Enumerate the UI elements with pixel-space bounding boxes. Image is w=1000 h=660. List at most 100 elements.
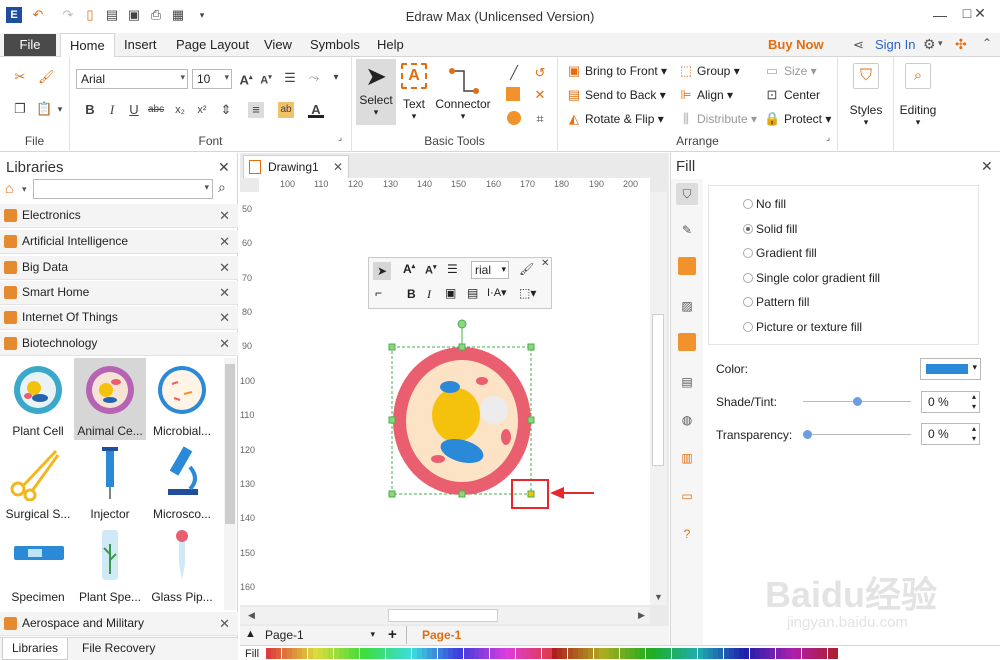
spinner-icon[interactable]: ▴ ▾ (972, 424, 976, 444)
shade-tint-input[interactable]: 0 % ▴ ▾ (921, 391, 980, 413)
close-icon[interactable]: ✕ (219, 230, 230, 253)
fill-option[interactable]: Pattern fill (743, 295, 809, 309)
page-tab[interactable]: Page-1 (422, 628, 461, 642)
close-icon[interactable]: ✕ (219, 256, 230, 279)
library-category[interactable]: Electronics ✕ (0, 204, 238, 228)
editing-button[interactable]: ⌕ Editing ▾ (894, 63, 942, 128)
shape-plant-cell[interactable]: Plant Cell (2, 358, 74, 440)
sign-in-link[interactable]: Sign In (875, 37, 915, 52)
rotate-flip-button[interactable]: Rotate & Flip ▾ (585, 112, 664, 126)
globe-icon[interactable]: ◍ (676, 409, 698, 431)
library-category[interactable]: Biotechnology ✕ (0, 332, 238, 356)
home-icon[interactable]: ⌂ (5, 180, 13, 196)
bullet-icon[interactable]: ⤳ (306, 70, 322, 86)
paste-dropdown-icon[interactable]: ▾ (52, 101, 68, 117)
copy-icon[interactable]: ❐ (12, 101, 28, 117)
cross-tool-icon[interactable]: ✕ (532, 87, 548, 103)
arc-tool-icon[interactable]: ↺ (532, 65, 548, 81)
close-icon[interactable]: ✕ (219, 204, 230, 227)
list-icon[interactable]: ≡ (248, 102, 264, 118)
add-page-icon[interactable]: + (388, 626, 397, 643)
close-icon[interactable]: ✕ (219, 332, 230, 355)
shape-glass-pipette[interactable]: Glass Pip... (146, 524, 218, 606)
radio-button[interactable] (743, 322, 753, 332)
library-category[interactable]: Big Data ✕ (0, 256, 238, 280)
tab-file-recovery[interactable]: File Recovery (82, 641, 155, 655)
radio-button[interactable] (743, 273, 753, 283)
file-menu-button[interactable]: File (4, 34, 56, 56)
theme-icon[interactable]: ✣ (955, 36, 967, 53)
line-spacing-icon[interactable]: ⇕ (218, 102, 234, 118)
send-to-back-button[interactable]: Send to Back ▾ (585, 88, 666, 102)
animal-cell-shape[interactable] (380, 313, 580, 513)
tab-help[interactable]: Help (377, 37, 404, 52)
scroll-right-icon[interactable]: ▶ (638, 610, 645, 621)
slider-thumb[interactable] (803, 430, 812, 439)
library-search-input[interactable]: ▾ (33, 179, 213, 199)
library-category[interactable]: Smart Home ✕ (0, 281, 238, 305)
minimize-button[interactable]: — (925, 4, 955, 26)
underline-icon[interactable]: U (126, 102, 142, 118)
scrollbar-thumb[interactable] (225, 364, 235, 524)
group-button[interactable]: Group ▾ (697, 64, 740, 78)
tab-view[interactable]: View (264, 37, 292, 52)
select-button[interactable]: ➤ Select ▾ (356, 59, 396, 125)
fill-option[interactable]: Solid fill (743, 222, 797, 236)
crop-tool-icon[interactable]: ⌗ (532, 111, 548, 127)
shrink-font-icon[interactable]: A▾ (258, 70, 274, 87)
line-style-icon[interactable]: ⬚▾ (519, 286, 536, 300)
tab-symbols[interactable]: Symbols (310, 37, 360, 52)
chevron-down-icon[interactable]: ▾ (22, 184, 27, 195)
scrollbar-thumb[interactable] (652, 314, 664, 466)
superscript-icon[interactable]: x² (194, 102, 210, 118)
bring-to-front-button[interactable]: Bring to Front ▾ (585, 64, 667, 78)
text-highlight-icon[interactable]: ab (278, 102, 294, 118)
canvas-vertical-scrollbar[interactable]: ▼ (650, 192, 667, 605)
close-icon[interactable]: ✕ (218, 159, 230, 176)
grow-font-icon[interactable]: A▴ (403, 262, 415, 276)
rectangle-tool-icon[interactable] (506, 87, 520, 101)
shape-microbial[interactable]: Microbial... (146, 358, 218, 440)
align-button[interactable]: Align ▾ (697, 88, 733, 102)
shape-specimen[interactable]: Specimen (2, 524, 74, 606)
bring-front-icon[interactable]: ▣ (445, 286, 456, 300)
send-back-icon[interactable]: ▤ (467, 286, 478, 300)
canvas-horizontal-scrollbar[interactable]: ◀ ▶ (240, 607, 650, 624)
settings-gear-icon[interactable]: ⚙ (923, 36, 936, 53)
close-window-button[interactable]: ✕ (964, 2, 996, 24)
fill-option[interactable]: No fill (743, 197, 786, 211)
float-font-combo[interactable]: rial ▾ (471, 261, 509, 279)
subscript-icon[interactable]: x₂ (172, 102, 188, 118)
library-category[interactable]: Artificial Intelligence ✕ (0, 230, 238, 254)
page-icon[interactable]: ▥ (676, 447, 698, 469)
comment-icon[interactable]: ▭ (676, 485, 698, 507)
close-icon[interactable]: ✕ (333, 156, 343, 178)
radio-button-selected[interactable] (743, 224, 753, 234)
paste-icon[interactable]: 📋 (36, 101, 52, 117)
styles-button[interactable]: ⛉ Styles ▾ (842, 63, 890, 128)
help-icon[interactable]: ? (676, 523, 698, 545)
fill-option[interactable]: Single color gradient fill (743, 271, 880, 285)
fill-option[interactable]: Gradient fill (743, 246, 817, 260)
document-tab[interactable]: Drawing1 ✕ (243, 155, 349, 178)
tab-libraries[interactable]: Libraries (2, 638, 68, 660)
distribute-button[interactable]: Distribute ▾ (697, 112, 757, 126)
library-category[interactable]: Aerospace and Military ✕ (0, 612, 238, 636)
center-button[interactable]: Center (784, 88, 820, 102)
bold-icon[interactable]: B (82, 102, 98, 118)
size-button[interactable]: Size ▾ (784, 64, 817, 78)
tab-home[interactable]: Home (60, 33, 115, 58)
color-picker[interactable]: ▾ (920, 358, 981, 380)
radio-button[interactable] (743, 199, 753, 209)
slider-thumb[interactable] (853, 397, 862, 406)
text-dropdown-icon[interactable]: ▾ (328, 70, 344, 86)
fill-option[interactable]: Picture or texture fill (743, 320, 862, 334)
line-tool-icon[interactable]: ╱ (506, 65, 522, 81)
shade-slider[interactable] (803, 397, 911, 406)
shape-animal-cell[interactable]: Animal Ce... (74, 358, 146, 440)
document-icon[interactable]: ▤ (676, 371, 698, 393)
page-selector[interactable]: Page-1 ▾ (265, 628, 375, 642)
italic-icon[interactable]: I (104, 102, 120, 118)
color-palette[interactable] (266, 648, 846, 659)
scrollbar-thumb[interactable] (388, 609, 498, 622)
